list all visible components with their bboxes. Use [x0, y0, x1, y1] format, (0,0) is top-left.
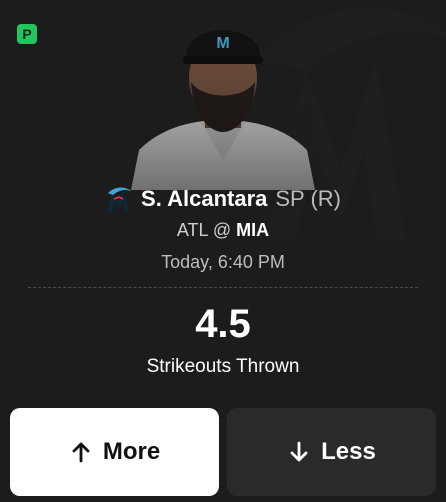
player-position: SP (R) — [275, 186, 341, 211]
player-header: S. Alcantara SP (R) — [0, 184, 446, 214]
game-matchup: ATL @ MIA — [0, 220, 446, 241]
marlins-logo-icon — [108, 187, 132, 211]
more-button-label: More — [102, 438, 161, 465]
less-button-label: Less — [321, 438, 376, 465]
player-headshot-image: M — [131, 10, 315, 190]
prop-line-value: 4.5 — [195, 302, 251, 346]
projection-card: P M — [0, 0, 446, 502]
player-name: S. Alcantara — [141, 186, 268, 211]
pick-badge: P — [17, 24, 37, 44]
divider — [28, 287, 418, 288]
game-time: Today, 6:40 PM — [161, 252, 285, 272]
home-team: MIA — [236, 220, 270, 240]
away-team: ATL — [176, 220, 208, 240]
arrow-up-icon — [72, 442, 90, 463]
player-photo: M — [131, 10, 315, 190]
arrow-down-icon — [290, 441, 308, 462]
matchup-separator: @ — [212, 220, 232, 240]
less-button[interactable]: Less — [227, 408, 436, 496]
prop-stat-label: Strikeouts Thrown — [146, 356, 300, 377]
more-button[interactable]: More — [10, 408, 219, 496]
